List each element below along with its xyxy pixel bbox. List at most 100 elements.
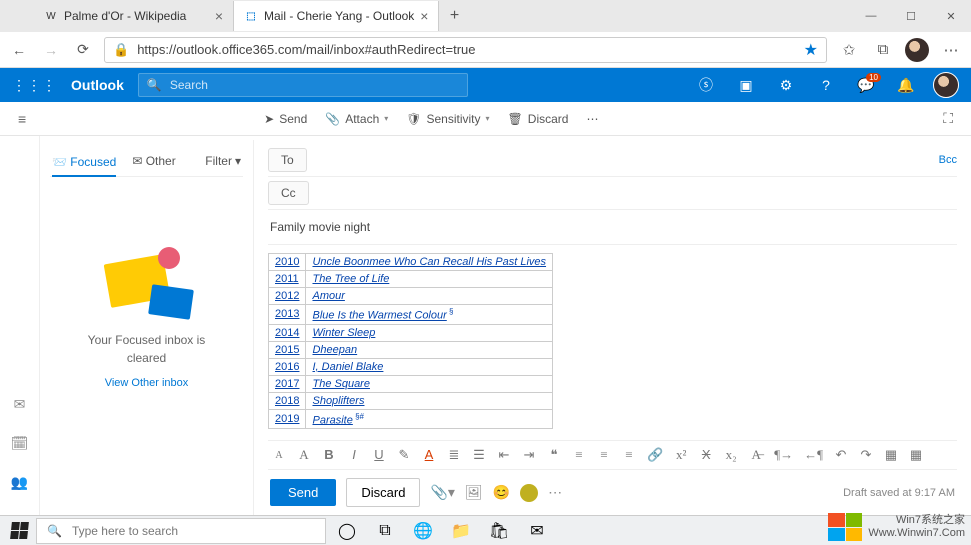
film-link[interactable]: Uncle Boonmee Who Can Recall His Past Li… (312, 256, 546, 268)
indent-icon[interactable]: ⇥ (522, 447, 536, 463)
align-center-icon[interactable]: ≡ (597, 447, 611, 463)
ltr-icon[interactable]: ¶→ (774, 447, 793, 463)
explorer-taskbar-icon[interactable]: 📁 (444, 517, 478, 545)
year-link[interactable]: 2012 (275, 290, 299, 302)
search-input[interactable]: 🔍 Search (138, 73, 468, 97)
rtl-icon[interactable]: ←¶ (804, 447, 823, 463)
close-tab-icon[interactable]: × (420, 8, 428, 24)
other-tab[interactable]: ✉ Other (132, 154, 175, 168)
outdent-icon[interactable]: ⇤ (497, 447, 511, 463)
attach-command[interactable]: 📎Attach▾ (325, 112, 388, 126)
refresh-button[interactable]: ⟳ (72, 41, 94, 58)
highlight-icon[interactable]: ✎ (397, 447, 411, 463)
table-icon[interactable]: ▦ (884, 447, 898, 463)
year-link[interactable]: 2010 (275, 256, 299, 268)
film-link[interactable]: Winter Sleep (312, 327, 375, 339)
year-link[interactable]: 2011 (275, 273, 299, 285)
profile-avatar[interactable] (905, 38, 929, 62)
bell-icon[interactable]: 🔔 (893, 77, 919, 94)
start-button[interactable] (6, 518, 32, 544)
clear-format-icon[interactable]: A̶ (749, 447, 763, 463)
mail-taskbar-icon[interactable]: ✉ (520, 517, 554, 545)
font-inc-icon[interactable]: A (297, 447, 311, 463)
favorites-icon[interactable]: ✩ (837, 41, 861, 59)
film-link[interactable]: The Square (312, 378, 369, 390)
bullets-icon[interactable]: ≣ (447, 447, 461, 463)
numbering-icon[interactable]: ☰ (472, 447, 486, 463)
insert-picture-icon[interactable]: 🖼 (465, 484, 483, 501)
skype-icon[interactable]: ⓢ (693, 75, 719, 95)
browser-tab-outlook[interactable]: ⬚ Mail - Cherie Yang - Outlook × (234, 1, 439, 31)
forward-button[interactable]: → (40, 42, 62, 58)
cortana-icon[interactable]: ◯ (330, 517, 364, 545)
favorite-star-icon[interactable]: ★ (804, 40, 818, 60)
font-color-icon[interactable]: A (422, 447, 436, 463)
subject-input[interactable]: Family movie night (268, 210, 957, 245)
new-tab-button[interactable]: + (439, 7, 469, 25)
expand-compose-icon[interactable]: ⛶ (943, 110, 953, 127)
year-link[interactable]: 2015 (275, 344, 299, 356)
year-link[interactable]: 2016 (275, 361, 299, 373)
more-commands[interactable]: ⋯ (586, 112, 598, 126)
filter-button[interactable]: Filter▾ (205, 154, 241, 168)
notifications-icon[interactable]: 💬10 (853, 77, 879, 94)
film-link[interactable]: The Tree of Life (312, 273, 389, 285)
account-avatar[interactable] (933, 72, 959, 98)
year-link[interactable]: 2019 (275, 413, 299, 425)
browser-tab-wikipedia[interactable]: W Palme d'Or - Wikipedia × (34, 1, 234, 31)
film-link[interactable]: Parasite (312, 414, 352, 426)
film-link[interactable]: Dheepan (312, 344, 357, 356)
settings-gear-icon[interactable]: ⚙ (773, 77, 799, 94)
send-command[interactable]: ➤Send (264, 112, 307, 126)
redo-icon[interactable]: ↷ (859, 447, 873, 463)
send-button[interactable]: Send (270, 479, 336, 506)
film-link[interactable]: I, Daniel Blake (312, 361, 383, 373)
minimize-button[interactable]: — (851, 0, 891, 32)
people-rail-icon[interactable]: 👥 (11, 474, 28, 491)
edge-taskbar-icon[interactable]: 🌐 (406, 517, 440, 545)
back-button[interactable]: ← (8, 42, 30, 58)
app-launcher-icon[interactable]: ⋮⋮⋮ (12, 77, 57, 94)
font-dec-icon[interactable]: A (272, 450, 286, 461)
task-view-icon[interactable]: ⧉ (368, 517, 402, 545)
help-icon[interactable]: ? (813, 77, 839, 93)
focused-tab[interactable]: 📨 Focused (52, 155, 116, 177)
bold-icon[interactable]: B (322, 447, 336, 463)
attach-inline-icon[interactable]: 📎▾ (430, 484, 454, 501)
link-icon[interactable]: 🔗 (647, 447, 663, 463)
film-link[interactable]: Blue Is the Warmest Colour (312, 310, 446, 322)
superscript-icon[interactable]: x² (674, 447, 688, 463)
view-other-inbox-link[interactable]: View Other inbox (50, 377, 243, 389)
year-link[interactable]: 2018 (275, 395, 299, 407)
taskbar-search[interactable]: 🔍 Type here to search (36, 518, 326, 544)
close-tab-icon[interactable]: × (215, 8, 223, 24)
collections-icon[interactable]: ⧉ (871, 41, 895, 58)
more-format-icon[interactable]: ▦ (909, 447, 923, 463)
emoji-icon[interactable]: 😊 (493, 484, 510, 501)
calendar-rail-icon[interactable]: 🗓 (11, 435, 29, 452)
film-link[interactable]: Amour (312, 290, 344, 302)
hamburger-menu-icon[interactable]: ≡ (18, 111, 26, 127)
bcc-link[interactable]: Bcc (939, 154, 957, 166)
message-body[interactable]: 2010 Uncle Boonmee Who Can Recall His Pas… (268, 245, 957, 437)
store-taskbar-icon[interactable]: 🛍 (482, 517, 516, 545)
film-link[interactable]: Shoplifters (312, 395, 364, 407)
subscript-icon[interactable]: x₂ (724, 447, 738, 463)
undo-icon[interactable]: ↶ (834, 447, 848, 463)
quote-icon[interactable]: ❝ (547, 447, 561, 463)
close-window-button[interactable]: ✕ (931, 0, 971, 32)
to-button[interactable]: To (268, 148, 307, 172)
sensitivity-command[interactable]: 🛡Sensitivity▾ (406, 112, 489, 126)
underline-icon[interactable]: U (372, 447, 386, 463)
strikethrough-icon[interactable]: X (699, 447, 713, 463)
align-left-icon[interactable]: ≡ (572, 447, 586, 463)
signature-icon[interactable] (520, 484, 538, 502)
browser-menu-icon[interactable]: ⋯ (939, 41, 963, 59)
outlook-logo-icon[interactable]: ▣ (733, 77, 759, 94)
mail-rail-icon[interactable]: ✉ (14, 396, 26, 413)
maximize-button[interactable]: ☐ (891, 0, 931, 32)
cc-button[interactable]: Cc (268, 181, 309, 205)
italic-icon[interactable]: I (347, 447, 361, 463)
url-input[interactable]: 🔒 https://outlook.office365.com/mail/inb… (104, 37, 827, 63)
year-link[interactable]: 2017 (275, 378, 299, 390)
